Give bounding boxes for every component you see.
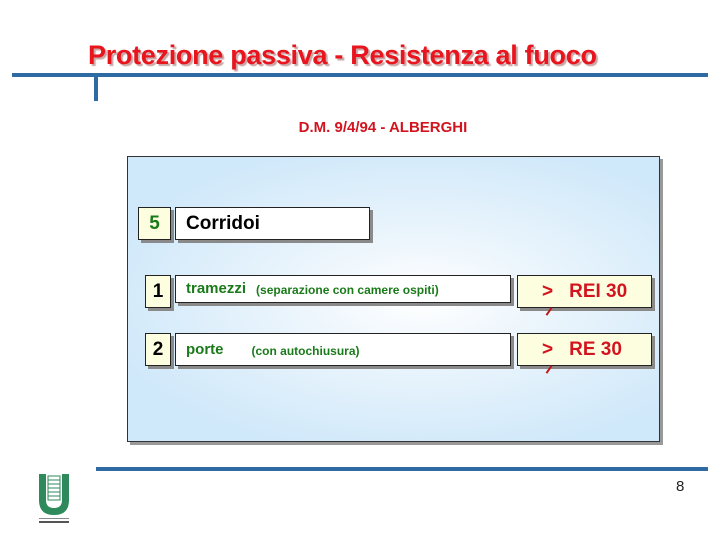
- row-number: 1: [145, 275, 171, 308]
- title-divider-tick: [94, 77, 98, 101]
- greater-equal-symbol: >: [542, 338, 554, 360]
- row-note: (separazione con camere ospiti): [256, 283, 439, 297]
- row-item: tramezzi: [186, 280, 247, 297]
- row-note: (con autochiusura): [251, 344, 360, 358]
- row-description: porte (con autochiusura): [175, 333, 511, 366]
- slide-title: Protezione passiva - Resistenza al fuoco: [88, 40, 597, 70]
- footer-divider: [96, 467, 708, 471]
- greater-equal-symbol: >: [542, 280, 554, 302]
- row-rating: > RE 30: [517, 333, 652, 366]
- rating-value: REI 30: [569, 280, 628, 302]
- row-rating: > REI 30: [517, 275, 652, 308]
- rating-value: RE 30: [569, 338, 622, 360]
- row-number: 2: [145, 333, 171, 366]
- page-number: 8: [676, 478, 685, 495]
- row-description: tramezzi (separazione con camere ospiti): [175, 275, 511, 303]
- slide-subtitle: D.M. 9/4/94 - ALBERGHI: [298, 119, 468, 136]
- row-item: porte: [186, 341, 224, 358]
- university-logo: [37, 472, 71, 524]
- section-label: Corridoi: [175, 207, 370, 240]
- title-divider: [12, 73, 708, 77]
- section-number: 5: [138, 207, 171, 240]
